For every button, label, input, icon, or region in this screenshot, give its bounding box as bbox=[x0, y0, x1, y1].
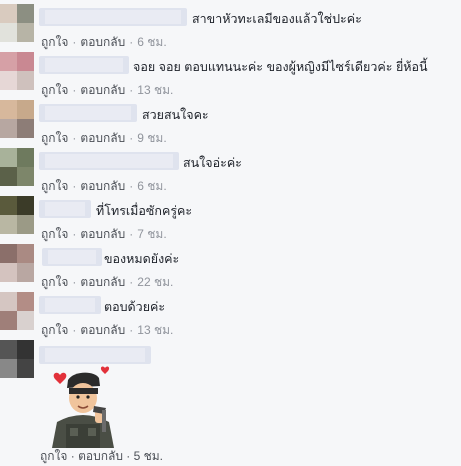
comment-time[interactable]: 13 ชม. bbox=[137, 323, 173, 337]
comment-time[interactable]: 9 ชม. bbox=[137, 131, 166, 145]
comment-text: สนใจอ่ะค่ะ bbox=[183, 156, 242, 170]
like-link[interactable]: ถูกใจ bbox=[41, 227, 68, 241]
soldier-sticker bbox=[52, 366, 114, 448]
comment-item: สวยสนใจคะ ถูกใจ · ตอบกลับ · 9 ชม. bbox=[0, 100, 461, 148]
commenter-name-blurred[interactable] bbox=[39, 104, 137, 122]
commenter-name-blurred[interactable] bbox=[42, 248, 102, 266]
comment-text: สวยสนใจคะ bbox=[142, 108, 209, 122]
comment-actions: ถูกใจ · ตอบกลับ · 6 ชม. bbox=[41, 179, 167, 193]
avatar[interactable] bbox=[0, 196, 34, 234]
comment-item: ของหมดยังค่ะ ถูกใจ · ตอบกลับ · 22 ชม. bbox=[0, 244, 461, 292]
commenter-name-blurred[interactable] bbox=[39, 346, 151, 364]
comment-time[interactable]: 6 ชม. bbox=[137, 179, 166, 193]
comment-actions: ถูกใจ · ตอบกลับ · 7 ชม. bbox=[41, 227, 167, 241]
comment-text: สาขาหัวทะเลมีของแล้วใช่ปะค่ะ bbox=[192, 12, 362, 26]
comment-item: ตอบด้วยค่ะ ถูกใจ · ตอบกลับ · 13 ชม. bbox=[0, 292, 461, 340]
avatar[interactable] bbox=[0, 148, 34, 186]
comment-item: สนใจอ่ะค่ะ ถูกใจ · ตอบกลับ · 6 ชม. bbox=[0, 148, 461, 196]
comment-actions-cutoff: ถูกใจ · ตอบกลับ · 5 ชม. bbox=[40, 449, 163, 463]
like-link[interactable]: ถูกใจ bbox=[41, 275, 68, 289]
commenter-name-blurred[interactable] bbox=[39, 152, 179, 170]
like-link[interactable]: ถูกใจ bbox=[41, 323, 68, 337]
avatar[interactable] bbox=[0, 292, 34, 330]
comment-time[interactable]: 6 ชม. bbox=[137, 35, 166, 49]
heart-icon bbox=[100, 366, 110, 374]
avatar[interactable] bbox=[0, 52, 34, 90]
commenter-name-blurred[interactable] bbox=[39, 56, 129, 74]
reply-link[interactable]: ตอบกลับ bbox=[80, 323, 125, 337]
commenter-name-blurred[interactable] bbox=[39, 8, 187, 26]
reply-link[interactable]: ตอบกลับ bbox=[80, 275, 125, 289]
reply-link[interactable]: ตอบกลับ bbox=[80, 35, 125, 49]
comment-time[interactable]: 22 ชม. bbox=[137, 275, 173, 289]
comment-actions: ถูกใจ · ตอบกลับ · 13 ชม. bbox=[41, 323, 174, 337]
reply-link[interactable]: ตอบกลับ bbox=[80, 131, 125, 145]
commenter-name-blurred[interactable] bbox=[39, 296, 101, 314]
avatar[interactable] bbox=[0, 4, 34, 42]
like-link[interactable]: ถูกใจ bbox=[41, 83, 68, 97]
comment-text: ของหมดยังค่ะ bbox=[104, 252, 180, 266]
like-link[interactable]: ถูกใจ bbox=[41, 35, 68, 49]
avatar[interactable] bbox=[0, 244, 34, 282]
comment-actions: ถูกใจ · ตอบกลับ · 6 ชม. bbox=[41, 35, 167, 49]
comment-text: ที่โทรเมื่อซักครู่คะ bbox=[96, 204, 193, 218]
comment-time[interactable]: 7 ชม. bbox=[137, 227, 166, 241]
comment-item: สาขาหัวทะเลมีของแล้วใช่ปะค่ะ ถูกใจ · ตอบกล… bbox=[0, 4, 461, 52]
comment-actions: ถูกใจ · ตอบกลับ · 13 ชม. bbox=[41, 83, 174, 97]
reply-link[interactable]: ตอบกลับ bbox=[80, 227, 125, 241]
comment-actions: ถูกใจ · ตอบกลับ · 9 ชม. bbox=[41, 131, 167, 145]
comment-time[interactable]: 13 ชม. bbox=[137, 83, 173, 97]
reply-link[interactable]: ตอบกลับ bbox=[80, 179, 125, 193]
like-link[interactable]: ถูกใจ bbox=[41, 179, 68, 193]
like-link[interactable]: ถูกใจ bbox=[41, 131, 68, 145]
commenter-name-blurred[interactable] bbox=[39, 200, 91, 218]
comment-text: ตอบด้วยค่ะ bbox=[104, 300, 166, 314]
comment-item: จอย จอย ตอบแทนนะค่ะ ของผู้หญิงมีไซร์เดีย… bbox=[0, 52, 461, 100]
avatar[interactable] bbox=[0, 340, 34, 380]
reply-link[interactable]: ตอบกลับ bbox=[80, 83, 125, 97]
comment-actions: ถูกใจ · ตอบกลับ · 22 ชม. bbox=[41, 275, 174, 289]
comment-item: ที่โทรเมื่อซักครู่คะ ถูกใจ · ตอบกลับ · 7 ชม. bbox=[0, 196, 461, 244]
heart-icon bbox=[53, 372, 67, 384]
avatar[interactable] bbox=[0, 100, 34, 138]
comment-text: จอย จอย ตอบแทนนะค่ะ ของผู้หญิงมีไซร์เดีย… bbox=[133, 60, 428, 74]
